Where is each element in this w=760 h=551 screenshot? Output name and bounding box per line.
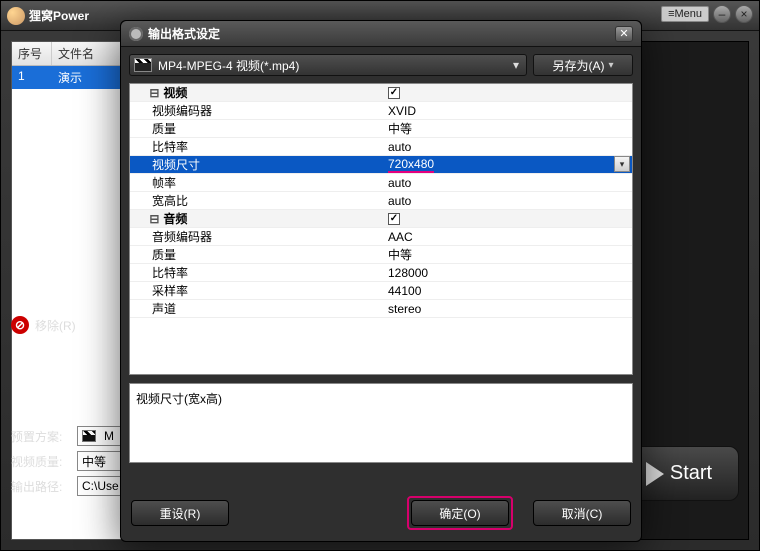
play-icon [646,462,664,486]
minimize-button[interactable]: – [713,5,731,23]
preset-label: 预置方案: [11,428,73,445]
cancel-button[interactable]: 取消(C) [533,500,631,526]
collapse-icon: ⊟ [149,86,163,100]
prop-video-size[interactable]: 视频尺寸 720x480 ▾ [130,156,632,174]
reset-button[interactable]: 重设(R) [131,500,229,526]
group-audio[interactable]: ⊟音频 ✓ [130,210,632,228]
format-select-label: MP4-MPEG-4 视频(*.mp4) [158,57,299,74]
outdir-label: 输出路径: [11,478,73,495]
remove-button[interactable]: ⊘ 移除(R) [11,316,76,334]
app-logo-icon [7,7,25,25]
prop-audio-sample[interactable]: 采样率 44100 [130,282,632,300]
dialog-title: 输出格式设定 [148,25,220,42]
property-description: 视频尺寸(宽x高) [129,383,633,463]
collapse-icon: ⊟ [149,212,163,226]
quality-label: 视频质量: [11,453,73,470]
prop-audio-bitrate[interactable]: 比特率 128000 [130,264,632,282]
prop-video-quality[interactable]: 质量 中等 [130,120,632,138]
ok-button[interactable]: 确定(O) [411,500,509,526]
prop-audio-quality[interactable]: 质量 中等 [130,246,632,264]
clapper-icon [134,58,152,72]
dialog-close-button[interactable]: ✕ [615,26,633,42]
prop-video-codec[interactable]: 视频编码器 XVID [130,102,632,120]
ok-button-highlight: 确定(O) [407,496,513,530]
file-row-index: 1 [12,66,52,89]
no-entry-icon: ⊘ [11,316,29,334]
format-select[interactable]: MP4-MPEG-4 视频(*.mp4) ▾ [129,54,527,76]
clapper-icon [82,430,96,442]
audio-enable-checkbox[interactable]: ✓ [388,213,400,225]
video-enable-checkbox[interactable]: ✓ [388,87,400,99]
chevron-down-icon: ▾ [508,58,524,72]
chevron-down-icon: ▾ [608,60,613,71]
property-grid: ⊟视频 ✓ 视频编码器 XVID 质量 中等 比特率 auto 视频尺寸 720… [129,83,633,375]
prop-video-size-value: 720x480 [388,157,434,173]
gear-icon [129,27,143,41]
close-button[interactable]: × [735,5,753,23]
col-index-header: 序号 [12,42,52,65]
save-as-button[interactable]: 另存为(A) ▾ [533,54,633,76]
group-video[interactable]: ⊟视频 ✓ [130,84,632,102]
output-format-dialog: 输出格式设定 ✕ MP4-MPEG-4 视频(*.mp4) ▾ 另存为(A) ▾… [120,20,642,542]
dialog-titlebar: 输出格式设定 ✕ [121,21,641,47]
prop-audio-codec[interactable]: 音频编码器 AAC [130,228,632,246]
prop-audio-channel[interactable]: 声道 stereo [130,300,632,318]
menu-button[interactable]: ≡Menu [661,6,709,22]
prop-video-bitrate[interactable]: 比特率 auto [130,138,632,156]
video-size-dropdown-button[interactable]: ▾ [614,156,630,172]
prop-video-aspect[interactable]: 宽高比 auto [130,192,632,210]
file-row-name: 演示 [52,66,88,89]
app-title: 狸窝Power [29,7,89,24]
prop-video-fps[interactable]: 帧率 auto [130,174,632,192]
